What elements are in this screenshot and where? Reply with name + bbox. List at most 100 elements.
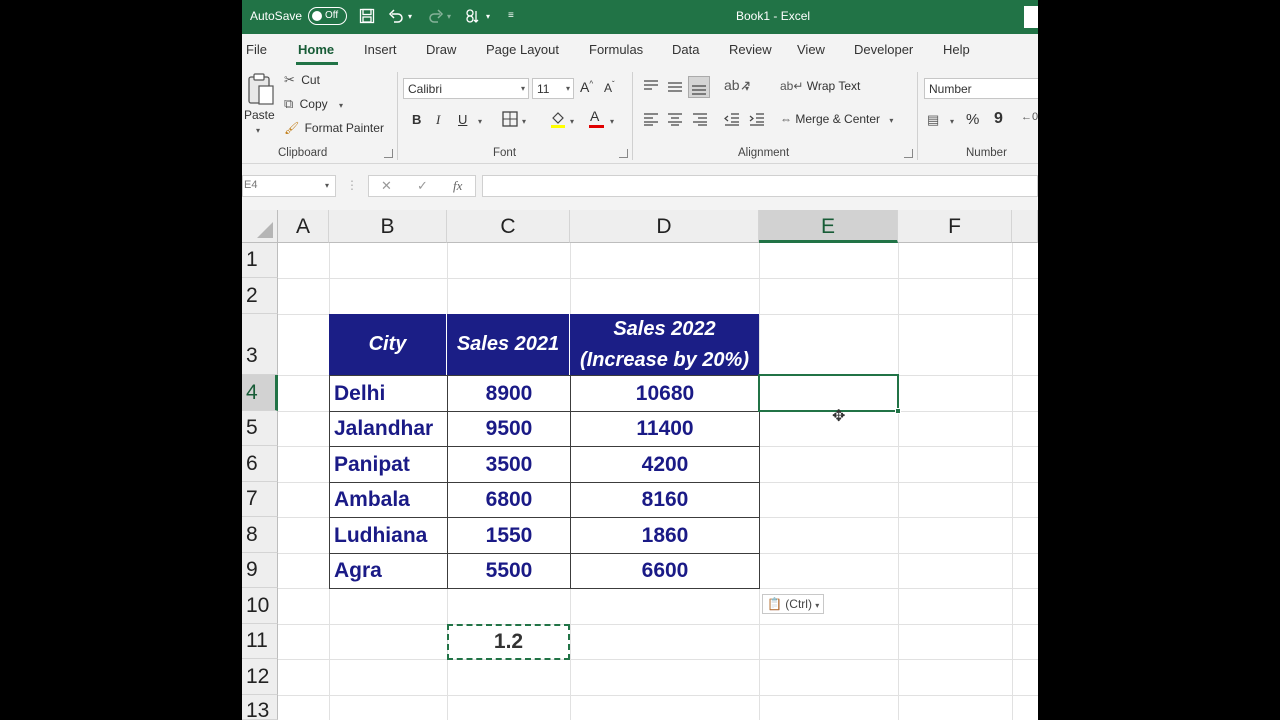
undo-icon[interactable] bbox=[388, 8, 404, 24]
tab-home[interactable]: Home bbox=[298, 42, 334, 57]
wrap-text-button[interactable]: ab↵ Wrap Text bbox=[780, 79, 860, 93]
underline-button[interactable]: U bbox=[458, 112, 467, 127]
align-right-icon[interactable] bbox=[692, 112, 708, 126]
tab-file[interactable]: File bbox=[246, 42, 267, 57]
enter-icon[interactable]: ✓ bbox=[417, 178, 428, 194]
paste-button[interactable]: Paste ▾ bbox=[244, 72, 276, 135]
merge-center-button[interactable]: ⇔ Merge & Center ▾ bbox=[780, 112, 893, 126]
formula-input[interactable] bbox=[482, 175, 1038, 197]
tab-insert[interactable]: Insert bbox=[364, 42, 397, 57]
comma-style-icon[interactable]: 9 bbox=[994, 110, 1003, 128]
sort-icon[interactable] bbox=[464, 8, 480, 24]
sort-dropdown-icon[interactable]: ▾ bbox=[486, 12, 490, 21]
clipboard-launcher-icon[interactable] bbox=[384, 149, 393, 158]
row-header-2[interactable]: 2 bbox=[242, 278, 278, 314]
tab-data[interactable]: Data bbox=[672, 42, 699, 57]
select-all-button[interactable] bbox=[242, 210, 278, 243]
name-box[interactable]: E4 ▾ bbox=[242, 175, 336, 197]
font-color-icon[interactable]: A bbox=[589, 108, 604, 128]
decrease-indent-icon[interactable] bbox=[724, 112, 740, 126]
tab-page-layout[interactable]: Page Layout bbox=[486, 42, 559, 57]
paste-options-button[interactable]: 📋 (Ctrl) ▾ bbox=[762, 594, 825, 614]
copy-button[interactable]: ⧉ Copy ▾ bbox=[284, 96, 343, 112]
align-left-icon[interactable] bbox=[643, 112, 659, 126]
orientation-dropdown-icon[interactable]: ▾ bbox=[745, 84, 749, 93]
cut-button[interactable]: ✂ Cut bbox=[284, 72, 320, 88]
table-cell-city[interactable]: Agra bbox=[329, 553, 448, 589]
cancel-icon[interactable]: ✕ bbox=[381, 178, 392, 194]
row-header-8[interactable]: 8 bbox=[242, 517, 278, 553]
column-header-c[interactable]: C bbox=[447, 210, 570, 243]
table-cell-city[interactable]: Delhi bbox=[329, 375, 448, 412]
row-header-10[interactable]: 10 bbox=[242, 588, 278, 624]
table-cell-city[interactable]: Panipat bbox=[329, 446, 448, 483]
merge-dropdown-icon[interactable]: ▾ bbox=[889, 116, 893, 125]
redo-icon[interactable] bbox=[428, 8, 444, 24]
underline-dropdown-icon[interactable]: ▾ bbox=[478, 117, 482, 126]
accounting-dropdown-icon[interactable]: ▾ bbox=[950, 117, 954, 126]
align-top-icon[interactable] bbox=[643, 79, 659, 93]
fill-color-dropdown-icon[interactable]: ▾ bbox=[570, 117, 574, 126]
increase-decimal-icon[interactable]: ←0 bbox=[1021, 111, 1038, 123]
row-header-3[interactable]: 3 bbox=[242, 314, 278, 375]
borders-dropdown-icon[interactable]: ▾ bbox=[522, 117, 526, 126]
active-cell-e4[interactable] bbox=[758, 374, 901, 414]
table-cell-city[interactable]: Ludhiana bbox=[329, 517, 448, 554]
increase-indent-icon[interactable] bbox=[749, 112, 765, 126]
row-header-11[interactable]: 11 bbox=[242, 624, 278, 659]
table-cell-sales-2022[interactable]: 4200 bbox=[570, 446, 760, 483]
tab-draw[interactable]: Draw bbox=[426, 42, 456, 57]
row-header-1[interactable]: 1 bbox=[242, 243, 278, 278]
table-cell-city[interactable]: Ambala bbox=[329, 482, 448, 518]
column-header-b[interactable]: B bbox=[329, 210, 447, 243]
undo-dropdown-icon[interactable]: ▾ bbox=[408, 12, 412, 21]
tab-formulas[interactable]: Formulas bbox=[589, 42, 643, 57]
table-cell-sales-2021[interactable]: 1550 bbox=[447, 517, 571, 554]
tab-developer[interactable]: Developer bbox=[854, 42, 913, 57]
column-header-a[interactable]: A bbox=[278, 210, 329, 243]
table-cell-sales-2022[interactable]: 10680 bbox=[570, 375, 760, 412]
fill-color-icon[interactable] bbox=[550, 110, 566, 128]
table-cell-sales-2022[interactable]: 6600 bbox=[570, 553, 760, 589]
save-icon[interactable] bbox=[359, 8, 375, 24]
font-launcher-icon[interactable] bbox=[619, 149, 628, 158]
fill-handle[interactable] bbox=[895, 408, 901, 414]
table-cell-sales-2022[interactable]: 1860 bbox=[570, 517, 760, 554]
table-cell-sales-2021[interactable]: 8900 bbox=[447, 375, 571, 412]
table-header-sales-2022[interactable]: Sales 2022 (Increase by 20%) bbox=[570, 314, 759, 375]
font-name-select[interactable]: Calibri ▾ bbox=[403, 78, 529, 99]
copy-dropdown-icon[interactable]: ▾ bbox=[339, 101, 343, 110]
copied-cell-c11[interactable]: 1.2 bbox=[447, 624, 570, 660]
tab-view[interactable]: View bbox=[797, 42, 825, 57]
redo-dropdown-icon[interactable]: ▾ bbox=[447, 12, 451, 21]
bold-button[interactable]: B bbox=[412, 112, 421, 127]
percent-style-icon[interactable]: % bbox=[966, 111, 979, 128]
borders-icon[interactable] bbox=[502, 111, 518, 127]
alignment-launcher-icon[interactable] bbox=[904, 149, 913, 158]
row-header-7[interactable]: 7 bbox=[242, 482, 278, 517]
row-header-13[interactable]: 13 bbox=[242, 695, 278, 720]
insert-function-button[interactable]: fx bbox=[453, 178, 462, 194]
column-header-e[interactable]: E bbox=[759, 210, 898, 243]
row-header-9[interactable]: 9 bbox=[242, 553, 278, 588]
table-cell-sales-2021[interactable]: 6800 bbox=[447, 482, 571, 518]
font-size-select[interactable]: 11 ▾ bbox=[532, 78, 574, 99]
row-header-12[interactable]: 12 bbox=[242, 659, 278, 695]
search-box[interactable] bbox=[1024, 6, 1038, 28]
format-painter-button[interactable]: 🖌 Format Painter bbox=[284, 121, 384, 135]
font-color-dropdown-icon[interactable]: ▾ bbox=[610, 117, 614, 126]
number-format-select[interactable]: Number bbox=[924, 78, 1038, 99]
row-header-6[interactable]: 6 bbox=[242, 446, 278, 482]
autosave-toggle[interactable]: Off bbox=[308, 7, 347, 25]
tab-review[interactable]: Review bbox=[729, 42, 772, 57]
align-center-icon[interactable] bbox=[667, 112, 683, 126]
align-bottom-button[interactable] bbox=[688, 76, 710, 98]
column-header-d[interactable]: D bbox=[570, 210, 759, 243]
increase-font-icon[interactable]: A^ bbox=[580, 79, 593, 95]
decrease-font-icon[interactable]: Aˇ bbox=[604, 80, 615, 95]
table-cell-sales-2022[interactable]: 11400 bbox=[570, 411, 760, 447]
tab-help[interactable]: Help bbox=[943, 42, 970, 57]
table-cell-sales-2021[interactable]: 5500 bbox=[447, 553, 571, 589]
table-cell-sales-2021[interactable]: 3500 bbox=[447, 446, 571, 483]
accounting-format-icon[interactable]: ▤ bbox=[927, 112, 939, 128]
